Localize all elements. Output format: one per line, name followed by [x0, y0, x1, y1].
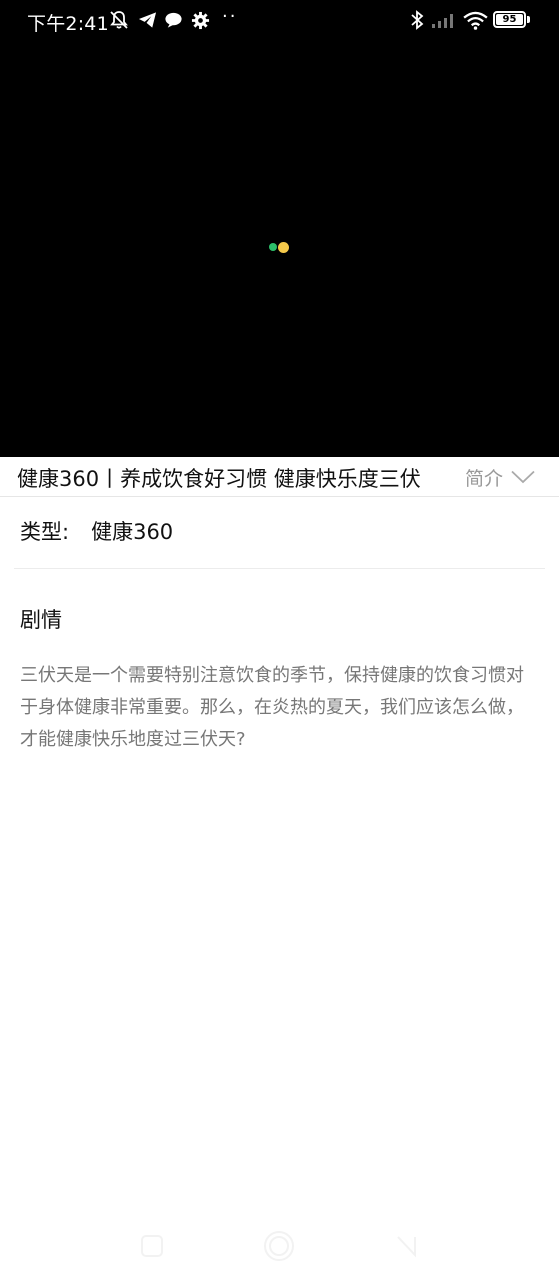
plot-synopsis: 三伏天是一个需要特别注意饮食的季节，保持健康的饮食习惯对于身体健康非常重要。那么…	[20, 665, 524, 750]
type-row: 类型: 健康360	[20, 516, 173, 546]
telegram-icon	[136, 9, 158, 31]
type-label: 类型:	[20, 520, 70, 544]
loading-dot-green	[269, 243, 277, 251]
back-icon[interactable]	[389, 1229, 423, 1263]
muted-bell-icon	[108, 9, 130, 31]
video-title: 健康360丨养成饮食好习惯 健康快乐度三伏	[17, 467, 421, 491]
loading-indicator	[269, 242, 291, 253]
status-time: 下午2:41	[27, 13, 109, 35]
bluetooth-icon	[406, 9, 428, 31]
status-bar: 下午2:41 ·· 95	[0, 0, 559, 42]
signal-icon	[430, 9, 458, 31]
recents-icon[interactable]	[135, 1229, 169, 1263]
loading-dot-yellow	[278, 242, 289, 253]
battery-icon: 95	[493, 11, 526, 28]
more-notifications-icon: ··	[222, 6, 238, 27]
navigation-bar	[0, 1215, 559, 1275]
message-icon	[162, 9, 184, 31]
type-value: 健康360	[91, 520, 174, 544]
intro-label: 简介	[465, 467, 504, 490]
video-player[interactable]	[0, 0, 559, 457]
battery-level: 95	[502, 14, 517, 25]
home-icon[interactable]	[262, 1229, 296, 1263]
plot-heading: 剧情	[20, 608, 62, 632]
divider	[14, 568, 545, 569]
wifi-icon	[462, 9, 488, 31]
gear-icon	[189, 9, 211, 31]
chevron-down-icon	[511, 470, 535, 484]
title-row: 健康360丨养成饮食好习惯 健康快乐度三伏 简介	[0, 457, 559, 497]
intro-toggle-button[interactable]: 简介	[465, 463, 535, 491]
